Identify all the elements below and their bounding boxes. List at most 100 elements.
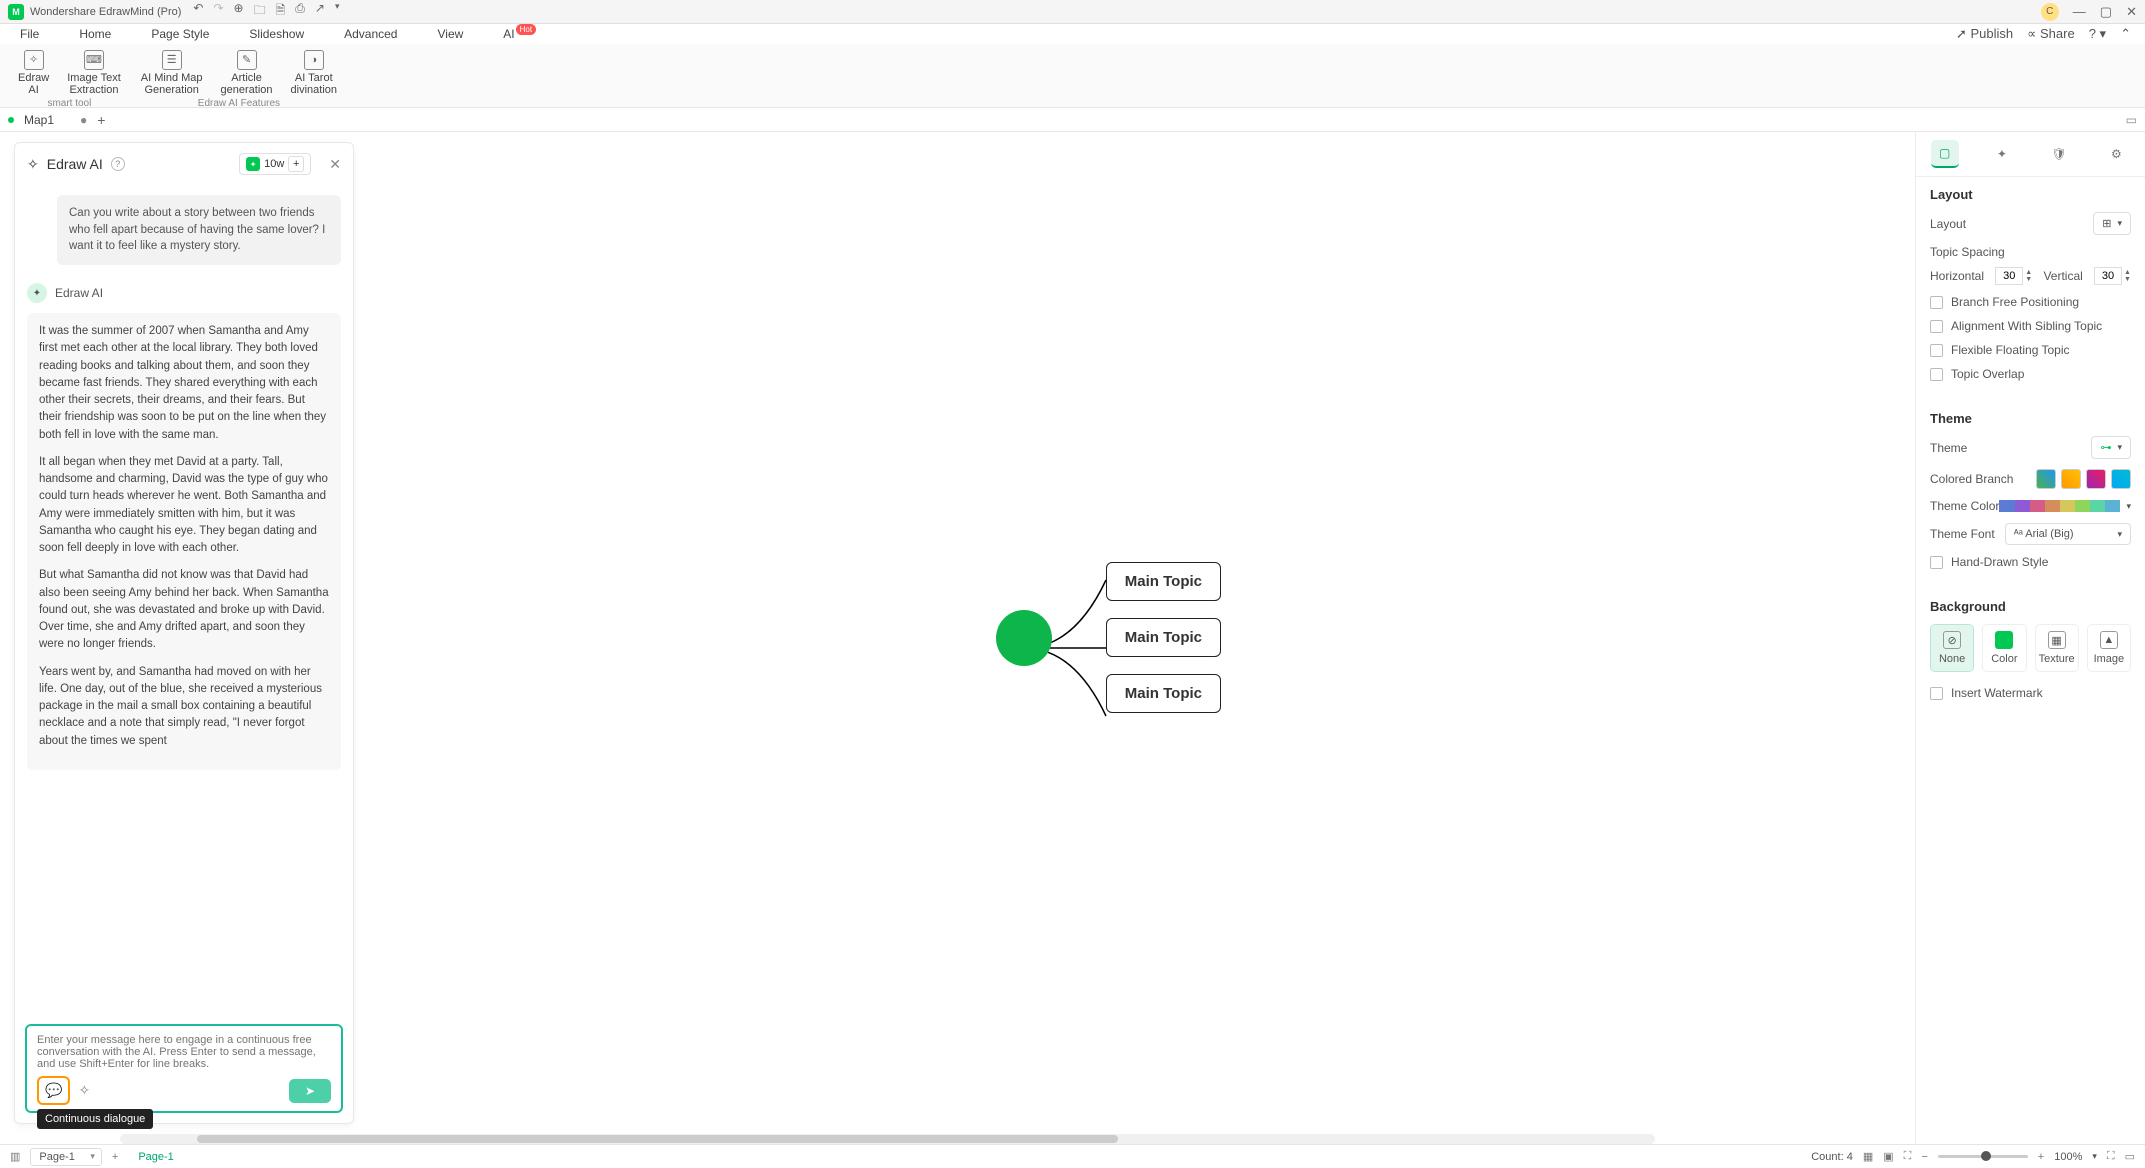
ribbon-edraw-ai[interactable]: ✧Edraw AI: [12, 48, 55, 98]
fullscreen-icon[interactable]: ⛶: [2107, 1150, 2115, 1163]
status-icon-1[interactable]: ▦: [1863, 1150, 1873, 1163]
status-icon-2[interactable]: ▣: [1883, 1150, 1893, 1163]
ai-help-icon[interactable]: ?: [111, 157, 125, 171]
tab-close-icon[interactable]: ●: [80, 113, 87, 127]
ai-credits[interactable]: ✦ 10w +: [239, 153, 311, 175]
horizontal-spinner[interactable]: ▲▼: [1995, 267, 2032, 285]
ai-response-label: ✦ Edraw AI: [27, 283, 341, 303]
ai-sparkle-icon: ✧: [27, 156, 39, 173]
page-selector[interactable]: Page-1: [30, 1148, 101, 1166]
count-label: Count: 4: [1811, 1151, 1853, 1163]
ai-panel: ✧ Edraw AI ? ✦ 10w + ✕ Can you write abo…: [14, 142, 354, 1124]
menu-ai[interactable]: AIHot: [497, 25, 542, 43]
panel-tab-security-icon[interactable]: 🛡: [2045, 140, 2073, 168]
add-page-button[interactable]: +: [112, 1151, 118, 1163]
add-credits-button[interactable]: +: [288, 156, 304, 172]
zoom-slider[interactable]: [1938, 1155, 2028, 1158]
ai-avatar-icon: ✦: [27, 283, 47, 303]
redo-icon[interactable]: ↷: [213, 1, 223, 22]
zoom-out-button[interactable]: −: [1921, 1151, 1927, 1163]
send-icon: ➤: [305, 1084, 315, 1098]
hot-badge: Hot: [516, 24, 536, 35]
horizontal-scrollbar[interactable]: [120, 1134, 1655, 1144]
doc-tab-map1[interactable]: Map1 ●: [8, 113, 87, 127]
layout-selector[interactable]: ⊞▾: [2093, 212, 2131, 235]
menu-advanced[interactable]: Advanced: [338, 25, 403, 43]
collapse-ribbon-icon[interactable]: ⌃: [2120, 26, 2131, 42]
ribbon-tarot[interactable]: ◑AI Tarot divination: [285, 48, 343, 98]
chk-flexible[interactable]: Flexible Floating Topic: [1930, 343, 2131, 357]
horizontal-input[interactable]: [1995, 267, 2023, 285]
theme-selector[interactable]: ⊶▾: [2091, 436, 2131, 459]
ai-settings-icon[interactable]: ✧: [78, 1082, 90, 1099]
status-icon-3[interactable]: ▭: [2125, 1150, 2135, 1163]
chk-branch-free[interactable]: Branch Free Positioning: [1930, 295, 2131, 309]
ribbon-mindmap-gen[interactable]: ☰AI Mind Map Generation: [135, 48, 209, 98]
theme-font-selector[interactable]: ᴬᵃ Arial (Big)▾: [2005, 523, 2131, 545]
layout-label: Layout: [1930, 217, 1966, 231]
colored-branch-label: Colored Branch: [1930, 472, 2013, 486]
qat-icon-1[interactable]: ⊕: [234, 1, 244, 22]
chk-overlap[interactable]: Topic Overlap: [1930, 367, 2131, 381]
bg-color[interactable]: Color: [1982, 624, 2026, 672]
continuous-dialogue-button[interactable]: 💬: [37, 1076, 70, 1105]
theme-color-label: Theme Color: [1930, 499, 1999, 513]
menu-view[interactable]: View: [431, 25, 469, 43]
topic-node-2[interactable]: Main Topic: [1106, 618, 1221, 657]
topic-node-1[interactable]: Main Topic: [1106, 562, 1221, 601]
page-tab[interactable]: Page-1: [128, 1149, 183, 1165]
menu-file[interactable]: File: [14, 25, 45, 43]
menu-home[interactable]: Home: [73, 25, 117, 43]
theme-color-strip[interactable]: [1999, 500, 2120, 512]
chk-watermark[interactable]: Insert Watermark: [1930, 686, 2131, 700]
bg-color-icon: [1995, 631, 2013, 649]
document-tabs: Map1 ● + ▭: [0, 108, 2145, 132]
panel-tab-layout-icon[interactable]: ▢: [1931, 140, 1959, 168]
vertical-spinner[interactable]: ▲▼: [2094, 267, 2131, 285]
main-area: ✧ Edraw AI ? ✦ 10w + ✕ Can you write abo…: [0, 132, 2145, 1144]
user-avatar[interactable]: C: [2041, 3, 2059, 21]
fit-icon[interactable]: ⛶: [1904, 1150, 1912, 1163]
edraw-ai-icon: ✧: [24, 50, 44, 70]
ai-input-textarea[interactable]: [37, 1034, 331, 1068]
help-dropdown-icon[interactable]: ? ▾: [2089, 26, 2106, 42]
theme-thumb-icon: ⊶: [2100, 441, 2111, 454]
panel-tab-style-icon[interactable]: ✦: [1988, 140, 2016, 168]
central-node[interactable]: [996, 610, 1052, 666]
chk-hand-drawn[interactable]: Hand-Drawn Style: [1930, 555, 2131, 569]
bg-texture-icon: ▦: [2048, 631, 2066, 649]
ribbon-image-text[interactable]: ⌨Image Text Extraction: [61, 48, 127, 98]
add-tab-button[interactable]: +: [97, 112, 105, 128]
zoom-in-button[interactable]: +: [2038, 1151, 2044, 1163]
qat-icon-2[interactable]: 🗀: [254, 1, 266, 22]
dialogue-icon: 💬: [45, 1082, 62, 1099]
canvas[interactable]: ✧ Edraw AI ? ✦ 10w + ✕ Can you write abo…: [0, 132, 1915, 1144]
qat-icon-3[interactable]: 🗎: [276, 1, 286, 22]
tabs-layout-icon[interactable]: ▭: [2126, 113, 2137, 127]
qat-icon-5[interactable]: ↗: [315, 1, 325, 22]
topic-spacing-label: Topic Spacing: [1930, 245, 2131, 259]
send-button[interactable]: ➤: [289, 1079, 331, 1103]
bg-texture[interactable]: ▦Texture: [2035, 624, 2079, 672]
pages-panel-icon[interactable]: ▥: [10, 1150, 20, 1163]
tarot-icon: ◑: [304, 50, 324, 70]
chk-alignment[interactable]: Alignment With Sibling Topic: [1930, 319, 2131, 333]
vertical-input[interactable]: [2094, 267, 2122, 285]
topic-node-3[interactable]: Main Topic: [1106, 674, 1221, 713]
bg-none[interactable]: ⊘None: [1930, 624, 1974, 672]
publish-icon[interactable]: ➚ Publish: [1956, 26, 2013, 42]
qat-icon-4[interactable]: ⎙: [295, 1, 305, 22]
bg-image[interactable]: ▲Image: [2087, 624, 2131, 672]
share-icon[interactable]: ∝ Share: [2027, 26, 2075, 42]
ribbon-article-gen[interactable]: ✎Article generation: [215, 48, 279, 98]
minimize-icon[interactable]: —: [2073, 4, 2086, 19]
panel-tab-settings-icon[interactable]: ⚙: [2102, 140, 2130, 168]
close-window-icon[interactable]: ✕: [2126, 4, 2137, 20]
colored-branch-swatches[interactable]: [2036, 469, 2131, 489]
menu-slideshow[interactable]: Slideshow: [243, 25, 310, 43]
qat-dropdown-icon[interactable]: ▾: [335, 1, 340, 22]
maximize-icon[interactable]: ▢: [2100, 4, 2112, 20]
menu-page-style[interactable]: Page Style: [145, 25, 215, 43]
undo-icon[interactable]: ↶: [193, 1, 203, 22]
ai-panel-close-icon[interactable]: ✕: [329, 156, 341, 173]
